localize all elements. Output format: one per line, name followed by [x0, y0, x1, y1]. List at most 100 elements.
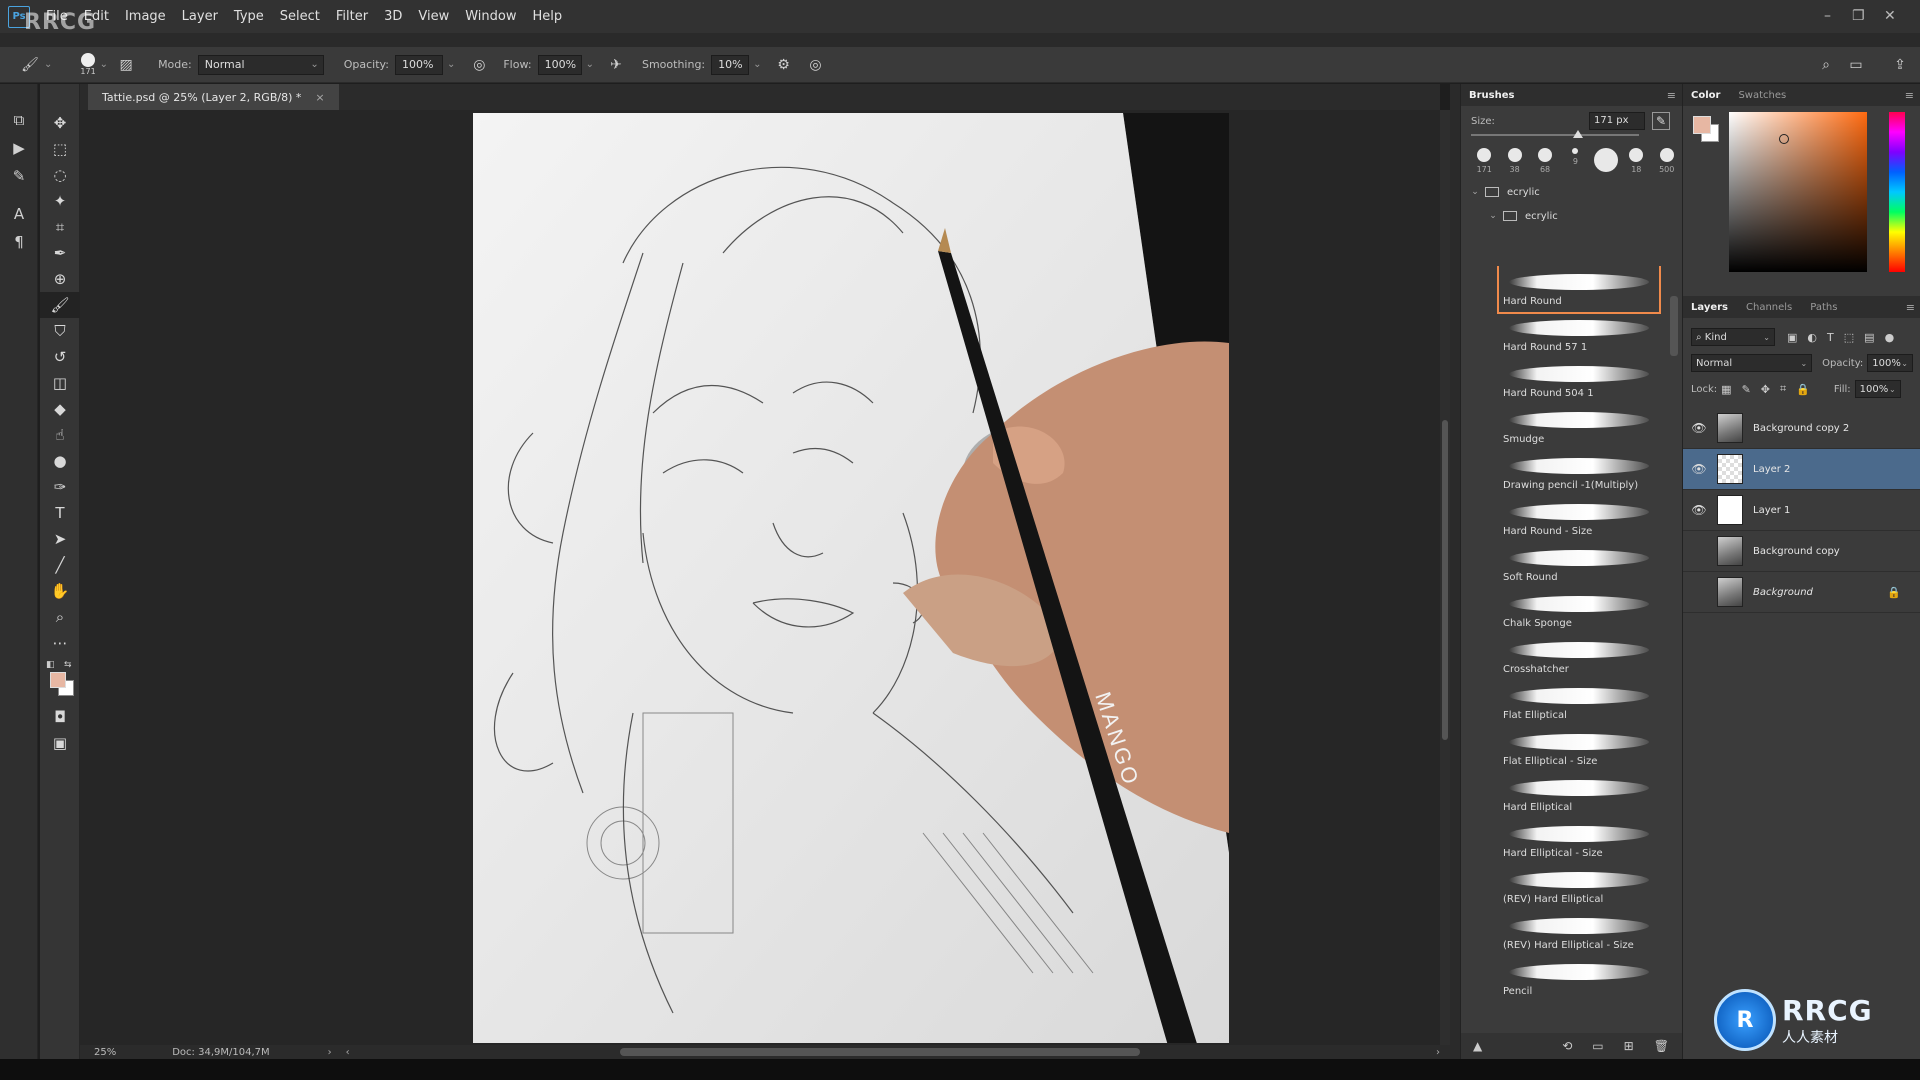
brush-list-item[interactable]: Flat Elliptical - Size — [1499, 726, 1659, 772]
history-icon[interactable]: ⧉ — [0, 106, 38, 134]
brush-settings-panel-icon[interactable]: ✎ — [0, 162, 38, 190]
brush-preset[interactable]: 18 — [1621, 144, 1651, 180]
workspace-icon[interactable]: ▭ — [1846, 55, 1866, 75]
quick-mask-icon[interactable]: ◘ — [40, 704, 80, 730]
lock-position-icon[interactable]: ✥ — [1761, 383, 1770, 396]
brush-tool-icon[interactable]: 🖌 — [20, 55, 40, 75]
actions-play-icon[interactable]: ▶ — [0, 134, 38, 162]
chevron-down-icon[interactable]: ⌄ — [1487, 211, 1499, 221]
tab-channels[interactable]: Channels — [1746, 302, 1792, 313]
chevron-down-icon[interactable]: ⌄ — [100, 59, 108, 70]
menu-layer[interactable]: Layer — [182, 9, 218, 24]
lock-transparency-icon[interactable]: ▦ — [1721, 383, 1731, 396]
brush-list-item[interactable]: Pencil — [1499, 956, 1659, 1002]
eyedropper-tool-icon[interactable]: ✒ — [40, 240, 80, 266]
swap-colors-icon[interactable]: ⇆ — [64, 660, 72, 670]
blend-mode-select[interactable]: Normal ⌄ — [1691, 354, 1813, 372]
brush-list-item[interactable]: Hard Round 57 1 — [1499, 312, 1659, 358]
menu-image[interactable]: Image — [125, 9, 166, 24]
filter-type-icon[interactable]: T — [1827, 331, 1834, 344]
brush-settings-icon[interactable]: ▨ — [116, 55, 136, 75]
filter-shape-icon[interactable]: ⬚ — [1844, 331, 1854, 344]
menu-filter[interactable]: Filter — [336, 9, 368, 24]
screen-mode-icon[interactable]: ▣ — [40, 730, 80, 756]
chevron-down-icon[interactable]: ⌄ — [586, 59, 594, 70]
lock-artboard-icon[interactable]: ⌗ — [1780, 382, 1786, 396]
chevron-down-icon[interactable]: ⌄ — [44, 59, 52, 70]
restore-icon[interactable]: ❐ — [1852, 8, 1865, 24]
lock-all-icon[interactable]: 🔒 — [1796, 383, 1810, 396]
layer-name[interactable]: Layer 2 — [1753, 464, 1790, 475]
hand-tool-icon[interactable]: ✋ — [40, 578, 80, 604]
layer-row[interactable]: 👁 Background copy — [1683, 531, 1920, 572]
share-icon[interactable]: ⇪ — [1890, 55, 1910, 75]
visibility-eye-icon[interactable]: 👁 — [1687, 544, 1711, 558]
zoom-level[interactable]: 25% — [94, 1047, 116, 1058]
magic-wand-tool-icon[interactable]: ✦ — [40, 188, 80, 214]
brush-size-slider[interactable] — [1471, 134, 1639, 136]
search-icon[interactable]: ⌕ — [1816, 55, 1836, 75]
visibility-eye-icon[interactable]: 👁 — [1687, 585, 1711, 599]
layer-opacity-field[interactable]: 100% ⌄ — [1867, 354, 1913, 372]
filter-smart-object-icon[interactable]: ▤ — [1864, 331, 1874, 344]
character-panel-icon[interactable]: A — [0, 200, 38, 228]
smudge-tool-icon[interactable]: ☝ — [40, 422, 80, 448]
folder-row-parent[interactable]: ⌄ ecrylic — [1461, 180, 1682, 204]
color-swatches[interactable]: ◧ ⇆ — [40, 656, 80, 696]
line-tool-icon[interactable]: ╱ — [40, 552, 80, 578]
brush-list-scroll-thumb[interactable] — [1670, 296, 1678, 356]
menu-view[interactable]: View — [418, 9, 449, 24]
tab-paths[interactable]: Paths — [1810, 302, 1837, 313]
opacity-field[interactable]: 100% — [394, 54, 443, 75]
layer-filter-select[interactable]: ⌕ Kind ⌄ — [1691, 328, 1775, 346]
brush-preset[interactable]: 38 — [1499, 144, 1529, 180]
lasso-tool-icon[interactable]: ◌ — [40, 162, 80, 188]
panel-menu-icon[interactable]: ≡ — [1667, 89, 1676, 102]
menu-type[interactable]: Type — [234, 9, 264, 24]
pressure-opacity-icon[interactable]: ◎ — [469, 55, 489, 75]
visibility-eye-icon[interactable]: 👁 — [1687, 503, 1711, 517]
brush-list-item[interactable]: (REV) Hard Elliptical - Size — [1499, 910, 1659, 956]
visibility-eye-icon[interactable]: 👁 — [1687, 421, 1711, 435]
panel-menu-icon[interactable]: ≡ — [1906, 301, 1915, 314]
default-colors-icon[interactable]: ◧ — [46, 660, 55, 670]
layer-row[interactable]: 👁 Layer 2 — [1683, 449, 1920, 490]
lock-image-pixels-icon[interactable]: ✎ — [1742, 383, 1751, 396]
crop-tool-icon[interactable]: ⌗ — [40, 214, 80, 240]
tab-color[interactable]: Color — [1691, 90, 1720, 101]
dodge-tool-icon[interactable]: ● — [40, 448, 80, 474]
document-tab[interactable]: Tattie.psd @ 25% (Layer 2, RGB/8) * × — [88, 84, 339, 110]
menu-select[interactable]: Select — [280, 9, 320, 24]
close-tab-icon[interactable]: × — [315, 91, 324, 104]
smoothing-options-gear-icon[interactable]: ⚙ — [774, 55, 794, 75]
flow-field[interactable]: 100% — [537, 54, 582, 75]
brush-list-item[interactable]: Hard Elliptical — [1499, 772, 1659, 818]
brush-size-preview-icon[interactable]: ▲ — [1473, 1039, 1482, 1053]
brush-list-item[interactable]: Hard Round 504 1 — [1499, 358, 1659, 404]
layer-row[interactable]: 👁 Layer 1 — [1683, 490, 1920, 531]
filter-adjustment-icon[interactable]: ◐ — [1807, 331, 1817, 344]
brush-list-item[interactable]: Crosshatcher — [1499, 634, 1659, 680]
brush-list-item[interactable]: Hard Elliptical - Size — [1499, 818, 1659, 864]
foreground-color-swatch[interactable] — [50, 672, 66, 688]
brush-list-item[interactable]: (REV) Hard Elliptical — [1499, 864, 1659, 910]
history-brush-tool-icon[interactable]: ↺ — [40, 344, 80, 370]
smoothing-field[interactable]: 10% — [711, 54, 750, 75]
menu-window[interactable]: Window — [465, 9, 516, 24]
airbrush-icon[interactable]: ✈ — [606, 55, 626, 75]
scroll-right-icon[interactable]: › — [1436, 1047, 1440, 1058]
mode-select[interactable]: Normal ⌄ — [197, 54, 324, 75]
clone-stamp-tool-icon[interactable]: ⛉ — [40, 318, 80, 344]
eraser-tool-icon[interactable]: ◫ — [40, 370, 80, 396]
new-brush-icon[interactable]: ⊞ — [1624, 1039, 1634, 1053]
brush-preset[interactable]: 171 — [1469, 144, 1499, 180]
brush-list-item[interactable]: Hard Round - Size — [1499, 496, 1659, 542]
status-menu-arrow-icon[interactable]: › — [328, 1047, 332, 1058]
brush-list-item[interactable]: Hard Round — [1497, 266, 1661, 314]
brush-preset[interactable] — [1591, 144, 1621, 180]
chevron-down-icon[interactable]: ⌄ — [447, 59, 455, 70]
pressure-size-icon[interactable]: ◎ — [806, 55, 826, 75]
marquee-tool-icon[interactable]: ⬚ — [40, 136, 80, 162]
layer-row[interactable]: 👁 Background copy 2 — [1683, 408, 1920, 449]
brush-list-item[interactable]: Drawing pencil -1(Multiply) — [1499, 450, 1659, 496]
